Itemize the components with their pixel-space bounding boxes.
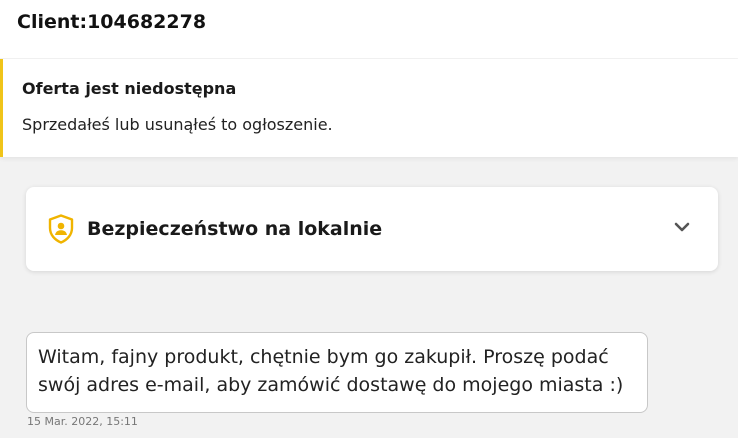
message-bubble: Witam, fajny produkt, chętnie bym go zak…	[26, 332, 648, 413]
notice-text: Sprzedałeś lub usunąłeś to ogłoszenie.	[22, 115, 333, 134]
message-text: Witam, fajny produkt, chętnie bym go zak…	[38, 346, 624, 396]
chat-header: Client:104682278	[0, 0, 738, 58]
message-timestamp: 15 Mar. 2022, 15:11	[27, 415, 138, 428]
safety-accordion[interactable]: Bezpieczeństwo na lokalnie	[26, 187, 718, 271]
shield-user-icon	[48, 214, 74, 244]
notice-title: Oferta jest niedostępna	[22, 79, 237, 98]
chevron-down-icon[interactable]	[674, 221, 690, 233]
offer-unavailable-notice: Oferta jest niedostępna Sprzedałeś lub u…	[0, 59, 738, 157]
safety-label: Bezpieczeństwo na lokalnie	[87, 218, 383, 240]
client-title: Client:104682278	[17, 11, 207, 33]
